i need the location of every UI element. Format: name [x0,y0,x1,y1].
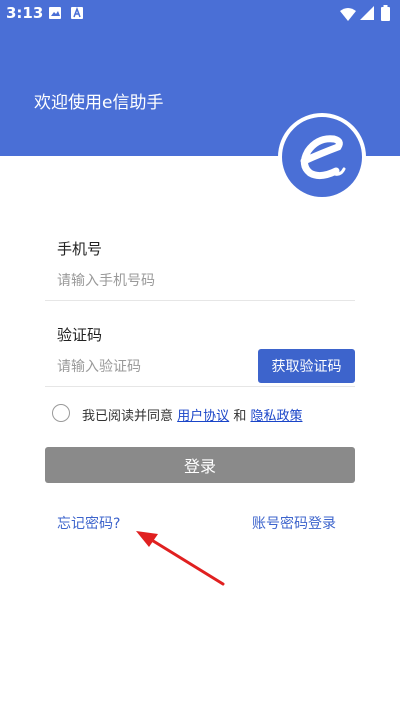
annotation-arrow-icon [136,531,225,586]
